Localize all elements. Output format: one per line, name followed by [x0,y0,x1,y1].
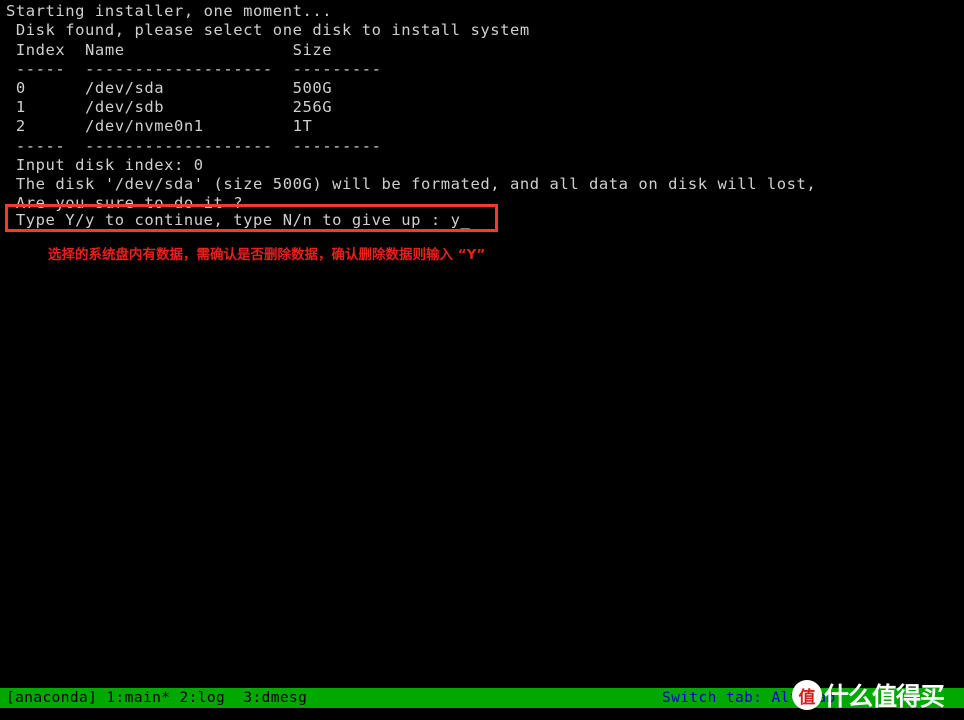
terminal-screen: Starting installer, one moment... Disk f… [0,0,964,720]
input-disk-index-line: Input disk index: 0 [6,156,204,174]
disk-table-separator: ----- ------------------- --------- [6,60,382,78]
disk-table-header: Index Name Size [6,41,333,59]
terminal-line: Disk found, please select one disk to in… [6,21,530,39]
disk-table-separator: ----- ------------------- --------- [6,137,382,155]
status-bar-tabs[interactable]: [anaconda] 1:main* 2:log 3:dmesg [6,689,307,708]
status-bar-switch-tab-hint: Switch tab: Alt+Tab [662,690,836,706]
disk-row: 1 /dev/sdb 256G [6,98,333,116]
annotation-note: 选择的系统盘内有数据，需确认是否删除数据，确认删除数据则输入 “Y” [48,247,486,263]
terminal-line: Starting installer, one moment... [6,2,333,20]
status-bar: [anaconda] 1:main* 2:log 3:dmesg Switch … [0,688,964,708]
confirm-prompt-line[interactable]: Type Y/y to continue, type N/n to give u… [6,211,470,230]
disk-row: 0 /dev/sda 500G [6,79,333,97]
disk-row: 2 /dev/nvme0n1 1T [6,117,313,135]
format-warning-line: The disk '/dev/sda' (size 500G) will be … [6,175,817,193]
